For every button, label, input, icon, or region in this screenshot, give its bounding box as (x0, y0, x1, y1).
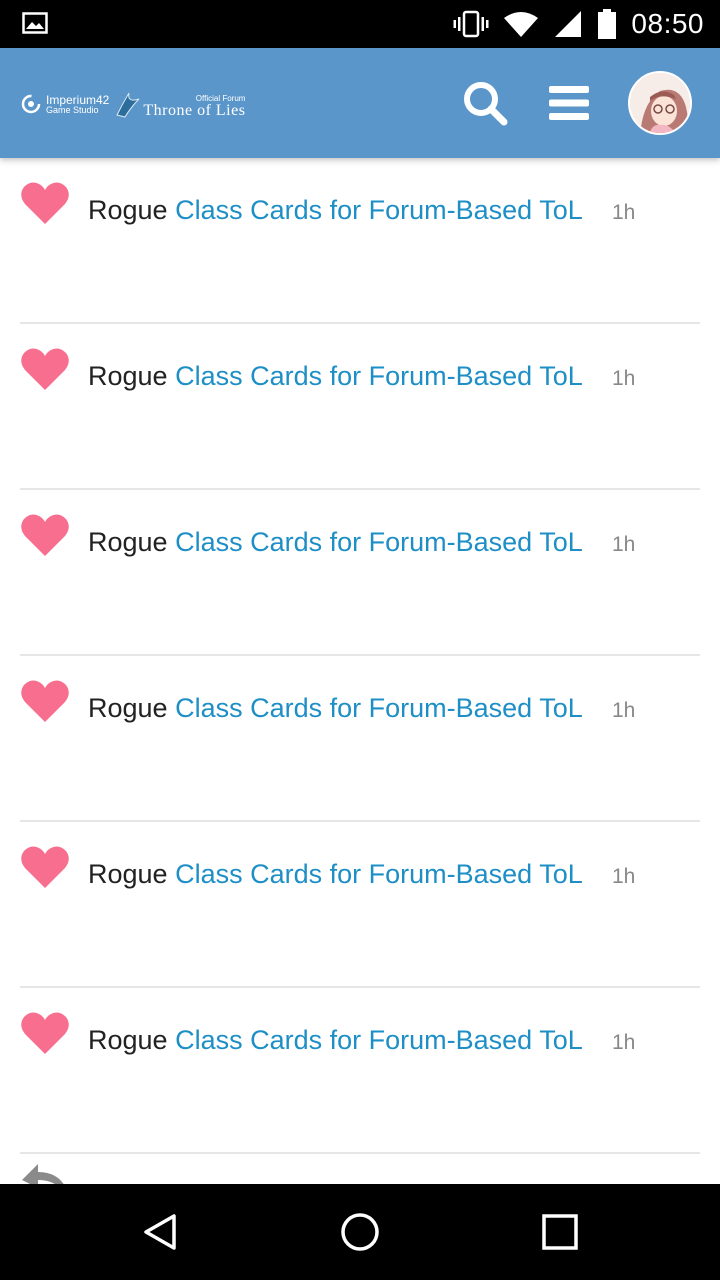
heart-icon (21, 348, 69, 390)
heart-icon (21, 846, 69, 888)
notification-time: 1h (612, 865, 636, 888)
notification-topic-link[interactable]: Class Cards for Forum-Based ToL (175, 859, 583, 889)
heart-icon (21, 680, 69, 722)
dragon-icon (116, 92, 140, 118)
notification-time: 1h (612, 201, 636, 224)
notification-user[interactable]: Rogue (88, 195, 168, 225)
recents-icon (542, 1214, 578, 1250)
notification-item[interactable]: Rogue Class Cards for Forum-Based ToL 1h (20, 490, 700, 656)
notification-time: 1h (612, 367, 636, 390)
menu-icon (549, 86, 589, 120)
search-icon (464, 82, 508, 126)
vibrate-icon (453, 10, 489, 38)
notification-time: 1h (612, 1031, 636, 1054)
throne-of-lies-name: Throne of Lies (143, 102, 246, 119)
notification-item[interactable]: Rogue Class Cards for Forum-Based ToL 1h (20, 822, 700, 988)
notification-list: Rogue Class Cards for Forum-Based ToL 1h… (0, 158, 720, 1154)
back-icon (144, 1214, 176, 1250)
notification-user[interactable]: Rogue (88, 527, 168, 557)
notification-user[interactable]: Rogue (88, 859, 168, 889)
user-avatar-image (630, 73, 690, 133)
heart-icon (21, 1012, 69, 1054)
heart-icon (21, 182, 69, 224)
app-header: Imperium42 Game Studio Official Forum Th… (0, 48, 720, 158)
system-nav-bar (0, 1184, 720, 1280)
battery-icon (598, 9, 617, 39)
notification-item[interactable]: Rogue Class Cards for Forum-Based ToL 1h (20, 988, 700, 1154)
forum-logo[interactable]: Imperium42 Game Studio Official Forum Th… (20, 86, 245, 122)
notification-topic-link[interactable]: Class Cards for Forum-Based ToL (175, 693, 583, 723)
notification-item[interactable]: Rogue Class Cards for Forum-Based ToL 1h (20, 656, 700, 822)
home-button[interactable] (336, 1208, 384, 1256)
imperium-swirl-icon (21, 94, 41, 114)
imperium42-logo: Imperium42 Game Studio (20, 93, 109, 115)
notification-topic-link[interactable]: Class Cards for Forum-Based ToL (175, 361, 583, 391)
recents-button[interactable] (536, 1208, 584, 1256)
notification-topic-link[interactable]: Class Cards for Forum-Based ToL (175, 195, 583, 225)
notification-time: 1h (612, 699, 636, 722)
back-button[interactable] (136, 1208, 184, 1256)
signal-icon (555, 11, 582, 37)
avatar[interactable] (628, 71, 692, 135)
throne-of-lies-logo: Official Forum Throne of Lies (115, 89, 245, 119)
wifi-icon (504, 12, 539, 37)
image-icon (22, 12, 48, 34)
notification-item[interactable]: Rogue Class Cards for Forum-Based ToL 1h (20, 324, 700, 490)
notification-time: 1h (612, 533, 636, 556)
imperium-name: Imperium42 (46, 92, 110, 107)
search-button[interactable] (460, 78, 510, 128)
heart-icon (21, 514, 69, 556)
notification-user[interactable]: Rogue (88, 1025, 168, 1055)
notification-topic-link[interactable]: Class Cards for Forum-Based ToL (175, 527, 583, 557)
status-bar: 08:50 (0, 0, 720, 48)
status-time: 08:50 (631, 8, 704, 39)
notification-item[interactable]: Rogue Class Cards for Forum-Based ToL 1h (20, 158, 700, 324)
notification-topic-link[interactable]: Class Cards for Forum-Based ToL (175, 1025, 583, 1055)
notification-user[interactable]: Rogue (88, 693, 168, 723)
home-icon (341, 1213, 379, 1251)
imperium-subtitle: Game Studio (46, 104, 99, 115)
notification-user[interactable]: Rogue (88, 361, 168, 391)
menu-button[interactable] (544, 78, 594, 128)
